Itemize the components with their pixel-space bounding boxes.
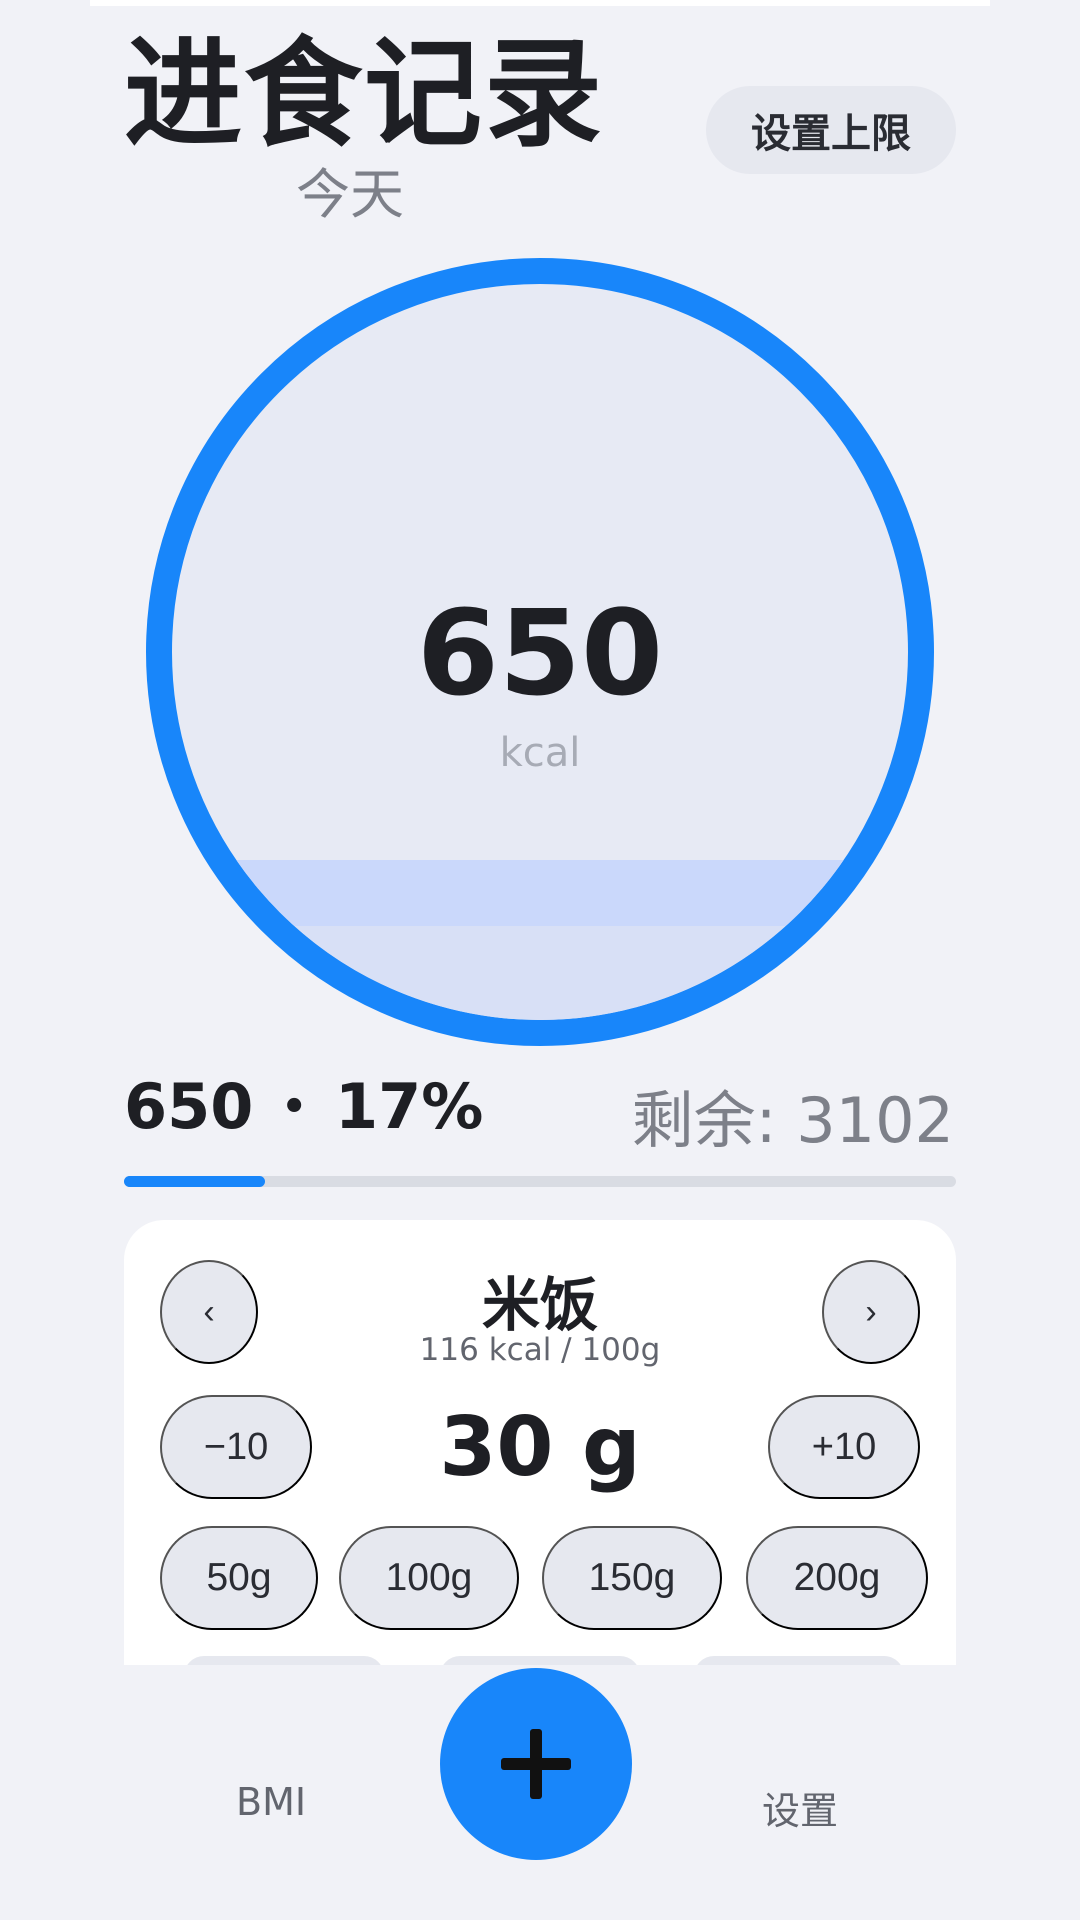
progress-bar: [124, 1176, 956, 1187]
calorie-ring: 650 kcal: [146, 258, 934, 1046]
set-limit-button[interactable]: 设置上限: [706, 86, 956, 174]
calorie-unit: kcal: [499, 730, 581, 776]
consumed-value: 650: [124, 1070, 254, 1143]
preset-100g-button[interactable]: 100g: [339, 1526, 519, 1630]
add-food-button[interactable]: [440, 1668, 632, 1860]
page-title: 进食记录: [124, 25, 605, 163]
remaining-stats: 剩余: 3102: [632, 1070, 954, 1160]
progress-fill: [124, 1176, 266, 1187]
remaining-label: 剩余:: [631, 1084, 777, 1157]
next-row-pill: [184, 1656, 384, 1665]
tab-bmi[interactable]: BMI: [236, 1780, 306, 1824]
preset-50g-button[interactable]: 50g: [160, 1526, 318, 1630]
consumed-stats: 650 • 17%: [124, 1070, 483, 1143]
separator-dot: •: [281, 1083, 307, 1130]
next-row-pill: [440, 1656, 640, 1665]
calorie-value: 650: [416, 584, 664, 722]
date-subtitle: 今天: [296, 163, 404, 226]
increase-10-button[interactable]: +10: [768, 1395, 920, 1499]
remaining-value: 3102: [796, 1084, 954, 1157]
top-strip: [90, 0, 990, 6]
fill-wave-band: [172, 860, 908, 926]
preset-150g-button[interactable]: 150g: [542, 1526, 722, 1630]
tab-settings[interactable]: 设置: [762, 1780, 838, 1835]
next-food-button[interactable]: ›: [822, 1260, 920, 1364]
next-row-pill: [694, 1656, 904, 1665]
food-card: ‹ 米饭 116 kcal / 100g › −10 30 g +10 50g …: [124, 1220, 956, 1665]
consumed-percent: 17%: [335, 1070, 484, 1143]
preset-200g-button[interactable]: 200g: [746, 1526, 928, 1630]
plus-icon-vertical: [530, 1729, 542, 1799]
